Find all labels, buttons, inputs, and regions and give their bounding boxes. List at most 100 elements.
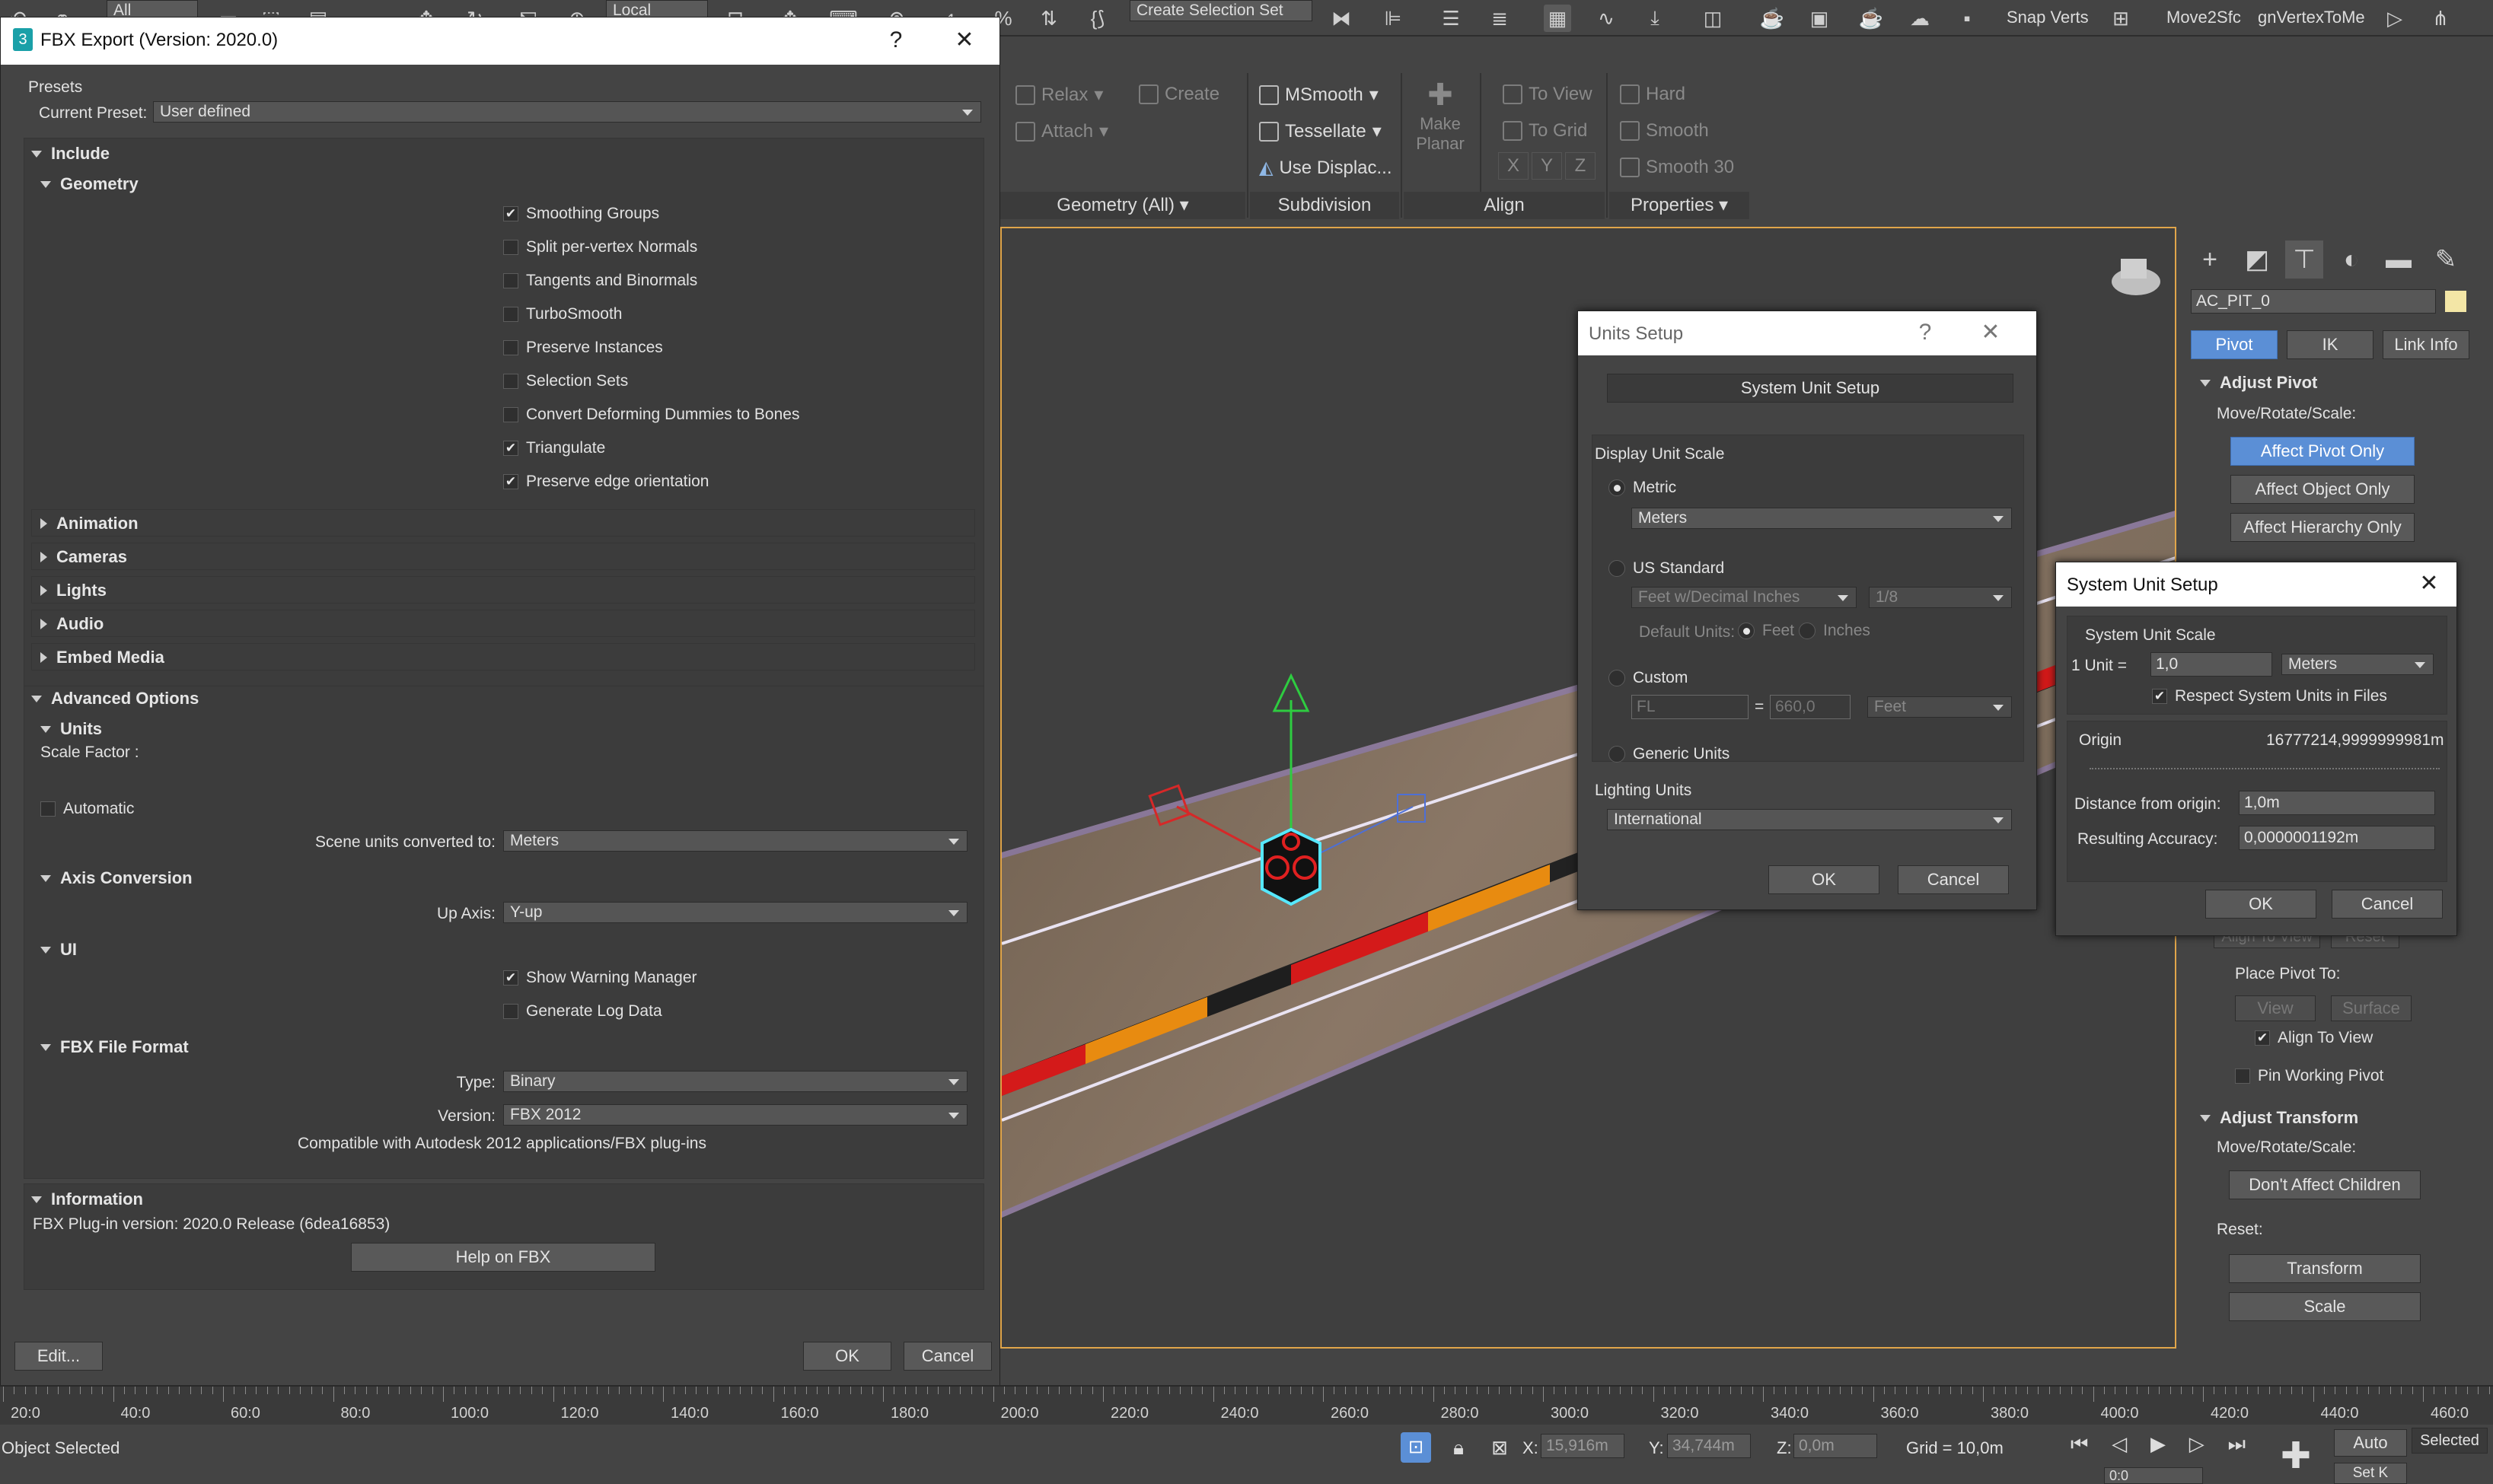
hierarchy-tab-icon[interactable]: ⊤ — [2285, 240, 2323, 279]
include-rollout[interactable]: Include — [31, 144, 110, 164]
layer-explorer-icon[interactable]: ≣ — [1486, 5, 1513, 32]
object-name-field[interactable]: AC_PIT_0 — [2191, 289, 2436, 314]
render-setup-icon[interactable]: ☕ — [1758, 5, 1786, 32]
scene-units-dropdown[interactable]: Meters — [503, 830, 968, 852]
distance-from-origin-field[interactable]: 1,0m — [2239, 791, 2435, 815]
ribbon-group-properties[interactable]: Properties ▾ — [1609, 192, 1749, 219]
units-close-icon[interactable]: ✕ — [1975, 317, 2006, 348]
relax-button[interactable]: Relax ▾ — [1015, 84, 1103, 106]
ribbon-group-subdivision[interactable]: Subdivision — [1250, 192, 1399, 219]
script-icon[interactable]: ⊞ — [2107, 5, 2134, 32]
align-y-button[interactable]: Y — [1532, 152, 1562, 180]
custom-radio[interactable]: Custom — [1608, 669, 1688, 687]
fbx-cancel-button[interactable]: Cancel — [904, 1342, 992, 1371]
use-displace-button[interactable]: ◭ Use Displac... — [1259, 157, 1392, 179]
affect-object-only-button[interactable]: Affect Object Only — [2230, 475, 2415, 504]
current-preset-dropdown[interactable]: User defined — [153, 101, 981, 123]
ribbon-group-align[interactable]: Align — [1404, 192, 1605, 219]
display-tab-icon[interactable]: ▬ — [2380, 240, 2418, 279]
sys-ok-button[interactable]: OK — [2205, 890, 2316, 919]
preserve-instances-checkbox[interactable]: Preserve Instances — [503, 339, 663, 357]
tessellate-button[interactable]: Tessellate ▾ — [1259, 120, 1382, 142]
show-warning-manager-checkbox[interactable]: ✔ Show Warning Manager — [503, 969, 697, 987]
curve-editor-icon[interactable]: ∿ — [1592, 5, 1620, 32]
go-to-end-icon[interactable]: ⏭ — [2228, 1432, 2246, 1463]
edit-button[interactable]: Edit... — [14, 1342, 103, 1371]
units-help-icon[interactable]: ? — [1910, 317, 1940, 348]
up-axis-dropdown[interactable]: Y-up — [503, 902, 968, 923]
default-inches-radio[interactable]: Inches — [1799, 622, 1870, 640]
us-standard-radio[interactable]: US Standard — [1608, 559, 1724, 578]
ribbon-group-geometry[interactable]: Geometry (All) ▾ — [1000, 192, 1245, 219]
make-planar-button[interactable]: ✚ Make Planar — [1413, 78, 1468, 154]
create-button[interactable]: Create — [1139, 84, 1219, 105]
align-icon[interactable]: ⊫ — [1379, 5, 1407, 32]
next-frame-icon[interactable]: ▷ — [2189, 1432, 2204, 1463]
units-cancel-button[interactable]: Cancel — [1898, 865, 2009, 894]
z-coordinate-field[interactable]: 0,0m — [1793, 1434, 1877, 1458]
generic-units-radio[interactable]: Generic Units — [1608, 745, 1729, 763]
help-icon[interactable]: ? — [881, 25, 911, 56]
go-to-start-icon[interactable]: ⏮ — [2071, 1432, 2088, 1463]
set-key-icon[interactable]: ✚ — [2273, 1435, 2319, 1481]
object-color-swatch[interactable] — [2445, 291, 2466, 312]
gnvertex-button[interactable]: gnVertexToMe — [2258, 8, 2365, 27]
system-unit-setup-button[interactable]: System Unit Setup — [1607, 374, 2013, 403]
smooth30-button[interactable]: Smooth 30 — [1620, 157, 1734, 178]
fbx-file-format-rollout[interactable]: FBX File Format — [40, 1037, 189, 1057]
modify-tab-icon[interactable]: ◩ — [2238, 240, 2276, 279]
respect-system-units-checkbox[interactable]: ✔ Respect System Units in Files — [2152, 687, 2387, 705]
metric-units-dropdown[interactable]: Meters — [1631, 508, 2012, 529]
adjust-pivot-rollout[interactable]: Adjust Pivot — [2200, 373, 2317, 393]
lights-rollout[interactable]: Lights — [40, 581, 107, 600]
animation-rollout[interactable]: Animation — [40, 514, 139, 533]
smoothing-groups-checkbox[interactable]: ✔ Smoothing Groups — [503, 205, 659, 223]
embed-media-rollout[interactable]: Embed Media — [40, 648, 164, 667]
metric-radio[interactable]: Metric — [1608, 479, 1676, 497]
units-rollout[interactable]: Units — [40, 719, 102, 739]
auto-key-button[interactable]: Auto — [2334, 1429, 2407, 1457]
convert-dummies-checkbox[interactable]: Convert Deforming Dummies to Bones — [503, 406, 799, 424]
scene-explorer-icon[interactable]: ☰ — [1437, 5, 1465, 32]
motion-tab-icon[interactable]: ◐ — [2332, 240, 2370, 279]
pin-working-pivot-checkbox[interactable]: Pin Working Pivot — [2235, 1067, 2383, 1085]
information-rollout[interactable]: Information — [31, 1189, 143, 1209]
hard-button[interactable]: Hard — [1620, 84, 1685, 105]
tab-ik[interactable]: IK — [2287, 330, 2373, 359]
turbosmooth-checkbox[interactable]: TurboSmooth — [503, 305, 622, 323]
affect-hierarchy-only-button[interactable]: Affect Hierarchy Only — [2230, 513, 2415, 542]
material-editor-icon[interactable]: ◫ — [1699, 5, 1726, 32]
triangulate-checkbox[interactable]: ✔ Triangulate — [503, 439, 605, 457]
msmooth-button[interactable]: MSmooth ▾ — [1259, 84, 1379, 106]
render-icon[interactable]: ☕ — [1857, 5, 1885, 32]
current-frame-field[interactable]: 0:0 — [2104, 1467, 2203, 1484]
pivot-view-button[interactable]: View — [2235, 995, 2316, 1021]
absolute-mode-icon[interactable]: ⊠ — [1484, 1432, 1515, 1463]
rendered-frame-icon[interactable]: ▣ — [1806, 5, 1833, 32]
render-cloud-icon[interactable]: ☁ — [1906, 5, 1934, 32]
automatic-checkbox[interactable]: Automatic — [40, 800, 134, 818]
preserve-edge-orientation-checkbox[interactable]: ✔ Preserve edge orientation — [503, 473, 709, 491]
split-normals-checkbox[interactable]: Split per-vertex Normals — [503, 238, 697, 256]
timeline-ruler[interactable]: 20:0 40:0 60:0 80:0 100:0 120:0 140:0 160:0 180:… — [0, 1385, 2493, 1425]
lock-selection-icon[interactable]: 🔒︎ — [1443, 1432, 1474, 1463]
close-icon[interactable]: ✕ — [949, 25, 980, 56]
play-icon[interactable]: ▶ — [2150, 1432, 2166, 1463]
create-tab-icon[interactable]: + — [2191, 240, 2229, 279]
unit-type-dropdown[interactable]: Meters — [2281, 654, 2434, 675]
align-x-button[interactable]: X — [1498, 152, 1529, 180]
lighting-units-dropdown[interactable]: International — [1607, 809, 2012, 830]
us-fraction-dropdown[interactable]: 1/8 — [1869, 587, 2012, 608]
default-feet-radio[interactable]: Feet — [1738, 622, 1794, 640]
mirror-icon[interactable]: ⧓ — [1328, 5, 1355, 32]
previous-frame-icon[interactable]: ◁ — [2112, 1432, 2127, 1463]
selected-object-cube[interactable] — [1261, 827, 1321, 906]
a360-icon[interactable]: ▪ — [1953, 5, 1981, 32]
key-filter-dropdown[interactable]: Selected — [2412, 1428, 2488, 1454]
attach-button[interactable]: Attach ▾ — [1015, 120, 1108, 142]
play-script-icon[interactable]: ▷ — [2381, 5, 2409, 32]
to-view-button[interactable]: To View — [1503, 84, 1592, 105]
reset-transform-button[interactable]: Transform — [2229, 1254, 2421, 1283]
move2sfc-button[interactable]: Move2Sfc — [2166, 8, 2241, 27]
audio-rollout[interactable]: Audio — [40, 614, 104, 634]
